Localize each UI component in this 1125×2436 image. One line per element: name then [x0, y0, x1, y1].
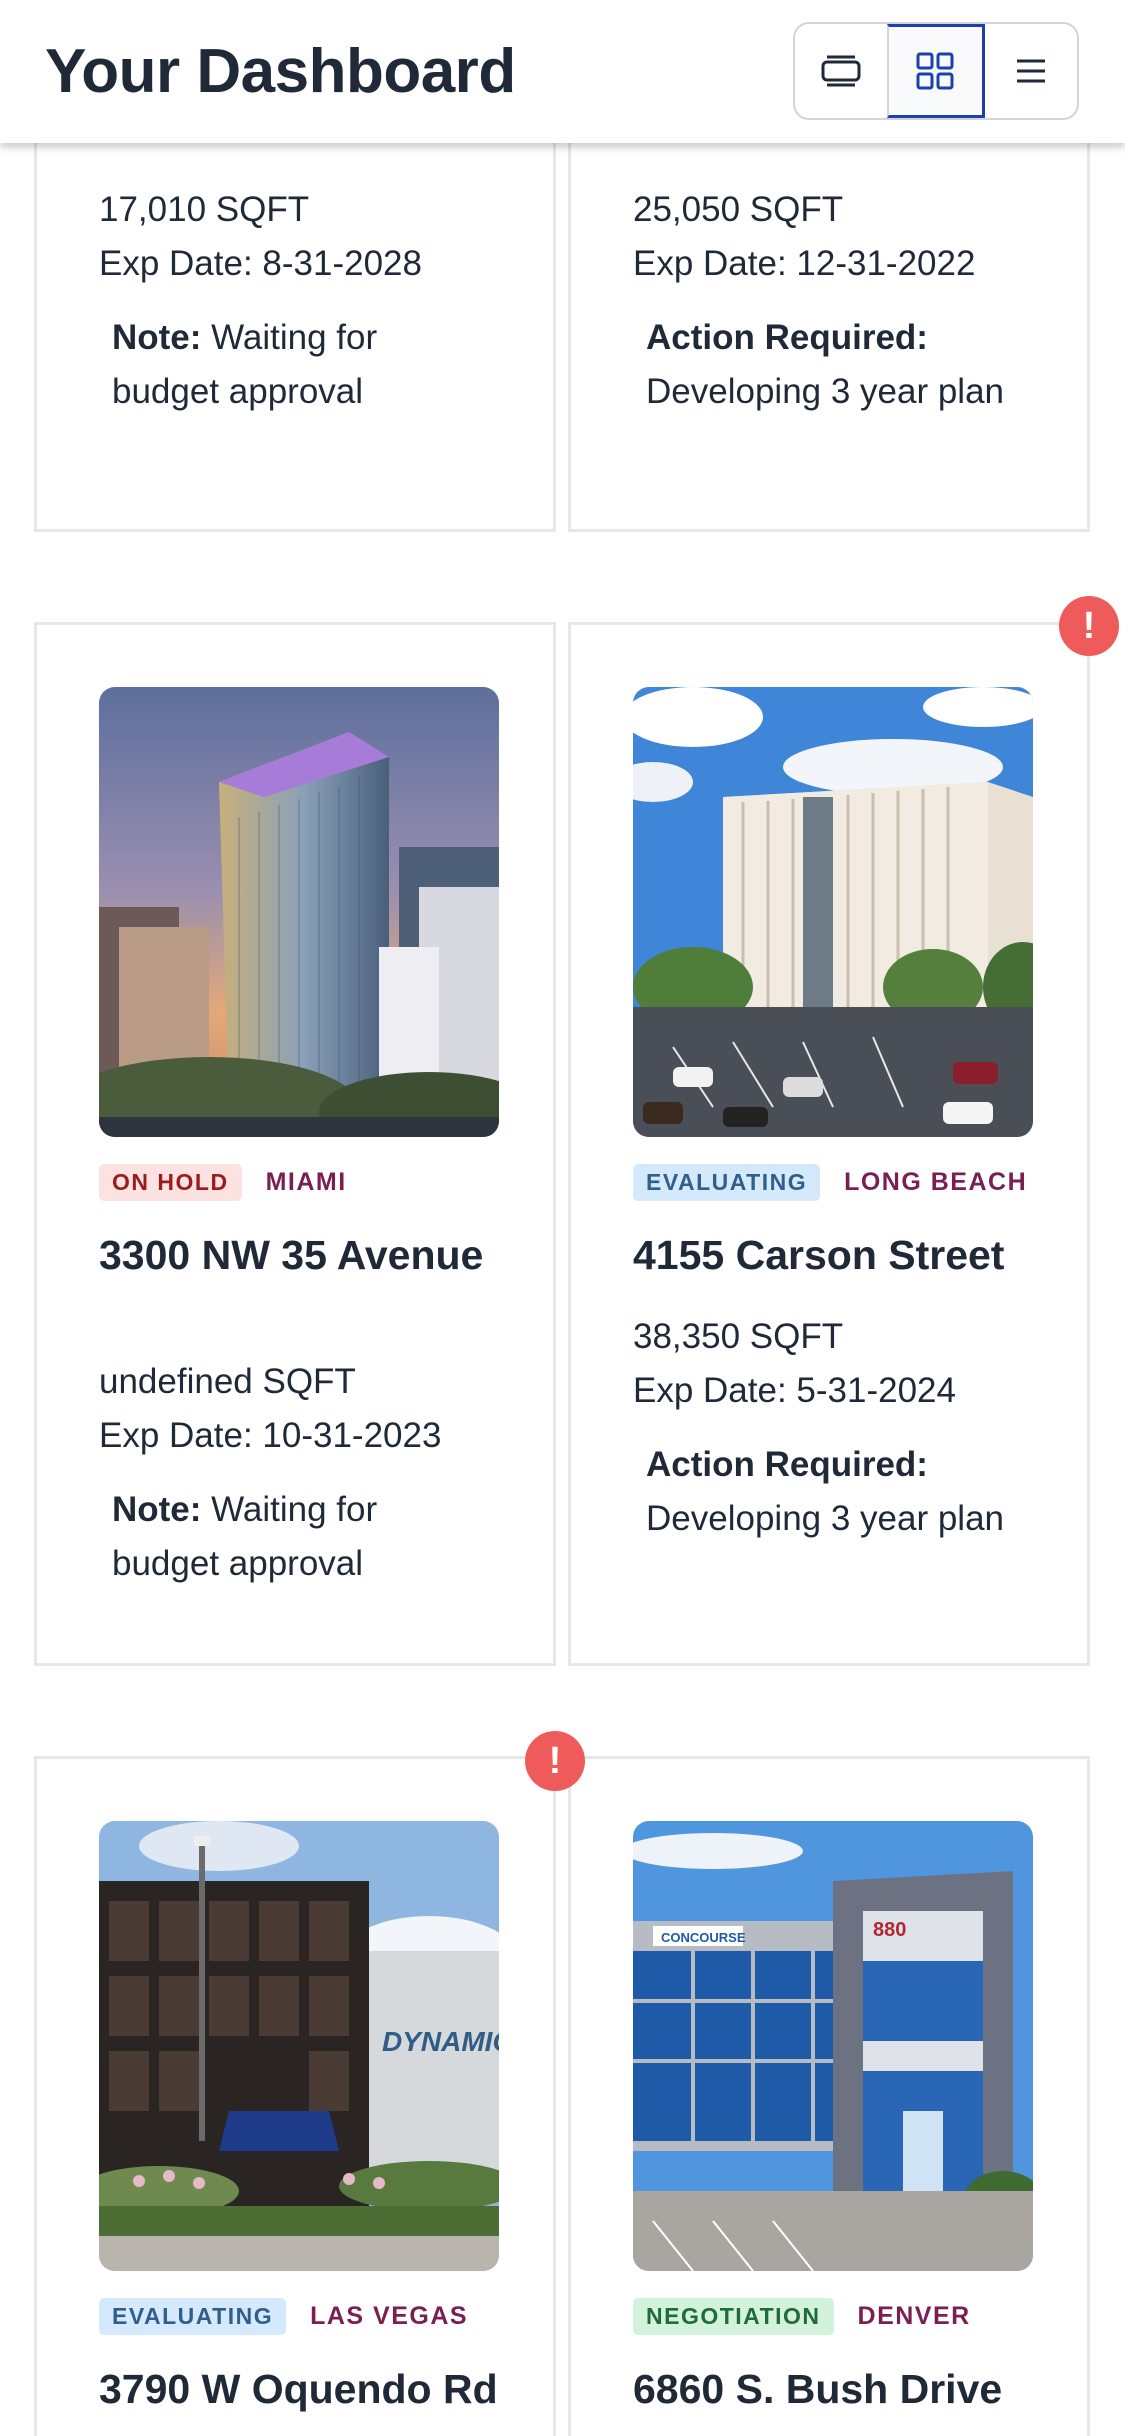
square-footage: 38,350 SQFT: [633, 1317, 844, 1356]
status-badge: EVALUATING: [99, 2298, 287, 2335]
property-photo: [633, 687, 1033, 1137]
status-badge: EVALUATING: [633, 1164, 821, 1201]
property-address: 3790 W Oquendo Rd: [99, 2366, 498, 2412]
expiration-date: Exp Date: 5-31-2024: [633, 1371, 956, 1410]
alert-icon[interactable]: !: [525, 1731, 585, 1791]
square-footage: undefined SQFT: [99, 1362, 356, 1401]
property-card[interactable]: CONCOURSE 880 NEGOTIATION DENVER 6860 S.…: [568, 1756, 1090, 2436]
card-badges: NEGOTIATION DENVER: [633, 2298, 971, 2335]
property-photo: [99, 687, 499, 1137]
card-view-button[interactable]: [795, 24, 887, 118]
note-text: Developing 3 year plan: [646, 372, 1005, 411]
grid-view-button[interactable]: [887, 24, 985, 118]
list-view-button[interactable]: [985, 24, 1077, 118]
city-label: DENVER: [857, 2302, 971, 2330]
alert-icon[interactable]: !: [1059, 596, 1119, 656]
note-label: Note:: [112, 318, 202, 357]
city-label: LONG BEACH: [844, 1168, 1028, 1196]
property-address: 3300 NW 35 Avenue: [99, 1232, 484, 1278]
status-badge: ON HOLD: [99, 1164, 242, 1201]
action-required-label: Action Required:: [646, 318, 928, 357]
square-footage: 17,010 SQFT: [99, 190, 310, 229]
expiration-date: Exp Date: 12-31-2022: [633, 244, 976, 283]
building-sign: DYNAMIC: [382, 2026, 499, 2057]
action-required-label: Action Required:: [646, 1445, 928, 1484]
hamburger-menu-icon: [1016, 59, 1045, 83]
single-card-icon: [821, 55, 861, 87]
card-badges: EVALUATING LONG BEACH: [633, 1164, 1027, 1201]
card-badges: ON HOLD MIAMI: [99, 1164, 347, 1201]
page-title: Your Dashboard: [45, 37, 516, 106]
status-badge: NEGOTIATION: [633, 2298, 834, 2335]
property-photo: CONCOURSE 880: [633, 1821, 1033, 2271]
card-badges: EVALUATING LAS VEGAS: [99, 2298, 468, 2335]
property-address: 4155 Carson Street: [633, 1232, 1005, 1278]
card-note: Action Required: Developing 3 year plan: [646, 311, 1026, 419]
card-note: Note: Waiting for budget approval: [112, 311, 492, 419]
building-sign: CONCOURSE: [661, 1930, 746, 1945]
expiration-date: Exp Date: 10-31-2023: [99, 1416, 442, 1455]
view-mode-toggle: [793, 22, 1079, 120]
square-footage: 25,050 SQFT: [633, 190, 844, 229]
property-photo: DYNAMIC: [99, 1821, 499, 2271]
property-card[interactable]: DYNAMIC: [34, 1756, 556, 2436]
property-address: 6860 S. Bush Drive: [633, 2366, 1003, 2412]
dashboard-page: Your Dashboard 17,010 SQFT Exp Date: 8-3…: [0, 0, 1125, 2436]
building-number: 880: [873, 1919, 906, 1941]
grid-icon: [916, 52, 954, 90]
note-text: Developing 3 year plan: [646, 1499, 1005, 1538]
property-card[interactable]: ON HOLD MIAMI 3300 NW 35 Avenue undefine…: [34, 622, 556, 1666]
note-label: Note:: [112, 1490, 202, 1529]
card-note: Action Required: Developing 3 year plan: [646, 1438, 1026, 1546]
city-label: LAS VEGAS: [310, 2302, 469, 2330]
property-card[interactable]: EVALUATING LONG BEACH 4155 Carson Street…: [568, 622, 1090, 1666]
expiration-date: Exp Date: 8-31-2028: [99, 244, 422, 283]
card-note: Note: Waiting for budget approval: [112, 1483, 492, 1591]
app-header: Your Dashboard: [0, 0, 1125, 143]
city-label: MIAMI: [265, 1168, 347, 1196]
